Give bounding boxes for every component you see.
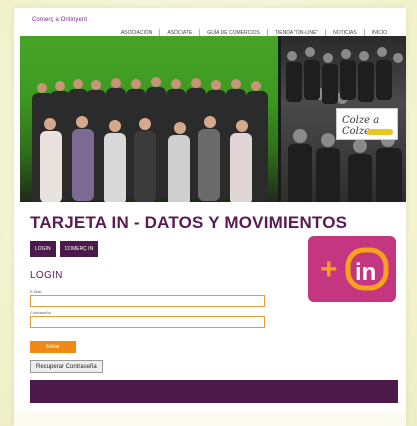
page-bottom-area — [14, 412, 406, 426]
tab-login[interactable]: LOGIN — [30, 241, 56, 257]
tab-comerc-in[interactable]: COMERÇ IN — [59, 241, 99, 257]
login-section-title: LOGIN — [30, 270, 63, 281]
hero-crowd-illustration — [32, 77, 268, 202]
password-label: Contraseña — [30, 310, 51, 315]
plus-in-logo-icon: + in — [320, 247, 389, 291]
email-label: E-Mail — [30, 289, 42, 294]
badge-in: in — [355, 259, 376, 286]
page-container: Comerç a Ontinyent ASOCIACIÓN ASÓCIATE G… — [14, 8, 406, 426]
page-title: TARJETA IN - DATOS Y MOVIMIENTOS — [30, 213, 348, 232]
badge-plus: + — [320, 253, 338, 286]
purple-footer-bar — [30, 380, 398, 403]
recover-password-button[interactable]: Recuperar Contraseña — [30, 360, 103, 373]
logo-yellow-stroke — [367, 129, 393, 135]
in-card-badge: + in — [308, 236, 396, 302]
tab-bar: LOGIN COMERÇ IN — [30, 241, 99, 257]
brand-logo[interactable]: Comerç a Ontinyent — [32, 17, 87, 23]
email-field[interactable] — [30, 295, 265, 307]
password-field[interactable] — [30, 316, 265, 328]
colze-a-colze-logo: Colze a Colze — [336, 108, 398, 140]
hero-image: Colze a Colze — [20, 36, 406, 202]
enter-button[interactable]: Entrar — [30, 341, 76, 353]
